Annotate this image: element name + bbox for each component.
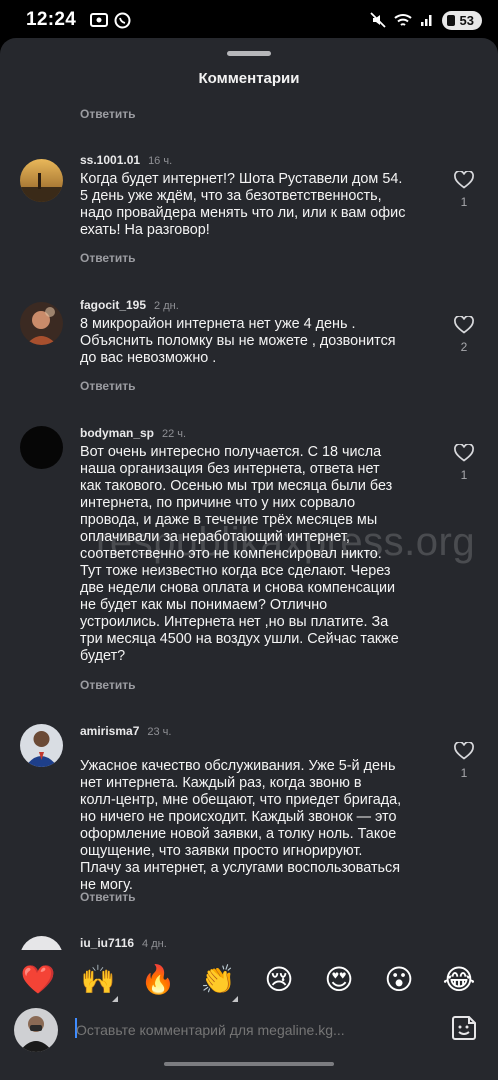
comment-time: 2 дн. [154, 300, 179, 312]
emoji-clap-button[interactable]: 👏 [200, 962, 238, 1002]
reply-button[interactable]: Ответить [80, 251, 135, 265]
avatar[interactable] [20, 159, 63, 202]
comment-time: 22 ч. [162, 428, 187, 440]
like-count: 2 [460, 340, 468, 354]
sheet-title: Комментарии [198, 70, 300, 87]
gesture-nav-bar[interactable] [164, 1062, 334, 1066]
my-avatar [14, 1008, 58, 1052]
comment-time: 4 дн. [142, 938, 167, 950]
mute-icon [369, 12, 386, 28]
like-button[interactable]: 1 [450, 742, 478, 780]
emoji-laughing-button[interactable]: 😂 [441, 962, 477, 998]
avatar[interactable] [20, 724, 63, 767]
comment-text: Ужасное качество обслуживания. Уже 5-й д… [80, 758, 402, 893]
watermark-text: respublikaxpress.org [96, 520, 476, 564]
comment-header: fagocit_195 2 дн. [80, 298, 179, 312]
like-button[interactable]: 2 [450, 316, 478, 354]
reply-button[interactable]: Ответить [80, 678, 135, 692]
battery-indicator: 53 [441, 10, 482, 30]
whatsapp-icon [114, 12, 131, 28]
emoji-raised-hands-button[interactable]: 🙌 [80, 962, 118, 1002]
screenshot-icon [90, 13, 109, 27]
avatar[interactable] [20, 302, 63, 345]
comment-header: ss.1001.01 16 ч. [80, 153, 172, 167]
emoji-fire-button[interactable]: 🔥 [140, 962, 176, 998]
signal-icon [420, 15, 432, 26]
reply-button[interactable]: Ответить [80, 379, 135, 393]
status-time: 12:24 [26, 9, 77, 30]
like-count: 1 [460, 468, 468, 482]
reply-button[interactable]: Ответить [80, 890, 135, 904]
emoji-raised-hands-label: 🙌 [80, 964, 116, 995]
status-bar: 12:24 53 [0, 0, 498, 40]
avatar[interactable] [20, 426, 63, 469]
heart-outline-icon [454, 171, 474, 189]
comment-text: 8 микрорайон интернета нет уже 4 день . … [80, 316, 396, 366]
system-icons: 53 [369, 10, 482, 30]
like-button[interactable]: 1 [450, 171, 478, 209]
sticker-icon [452, 1016, 476, 1040]
comment-username[interactable]: iu_iu7116 [80, 936, 134, 950]
sheet-drag-handle[interactable] [227, 51, 271, 56]
sticker-button[interactable] [450, 1014, 478, 1042]
emoji-heart-eyes-button[interactable]: 😍 [321, 962, 357, 998]
comments-sheet: Комментарии Ответить ss.1001.01 16 ч. Ко… [0, 38, 498, 1080]
emoji-surprised-button[interactable]: 😮 [381, 962, 417, 998]
comment-time: 23 ч. [147, 726, 172, 738]
comment-text: Когда будет интернет!? Шота Руставели до… [80, 171, 406, 238]
emoji-heart-button[interactable]: ❤️ [20, 962, 56, 998]
comment-username[interactable]: ss.1001.01 [80, 153, 140, 167]
comment-username[interactable]: fagocit_195 [80, 298, 146, 312]
comment-header: iu_iu7116 4 дн. [80, 936, 167, 950]
emoji-crying-button[interactable]: 😢 [261, 962, 297, 998]
heart-outline-icon [454, 742, 474, 760]
wifi-icon [393, 13, 412, 26]
comment-username[interactable]: amirisma7 [80, 724, 139, 738]
emoji-clap-label: 👏 [200, 964, 236, 995]
heart-outline-icon [454, 444, 474, 462]
comment-header: amirisma7 23 ч. [80, 724, 171, 738]
like-button[interactable]: 1 [450, 444, 478, 482]
emoji-reaction-bar: ❤️ 🙌 🔥 👏 😢 😍 😮 😂 [0, 950, 498, 1006]
reply-button[interactable]: Ответить [80, 107, 135, 121]
comment-username[interactable]: bodyman_sp [80, 426, 154, 440]
comment-header: bodyman_sp 22 ч. [80, 426, 186, 440]
comment-composer [0, 1004, 498, 1080]
notification-icons [90, 12, 131, 29]
like-count: 1 [460, 195, 468, 209]
comment-input[interactable] [76, 1022, 416, 1038]
skin-tone-caret-icon [112, 996, 118, 1002]
skin-tone-caret-icon [232, 996, 238, 1002]
comment-time: 16 ч. [148, 155, 173, 167]
heart-outline-icon [454, 316, 474, 334]
like-count: 1 [460, 766, 468, 780]
